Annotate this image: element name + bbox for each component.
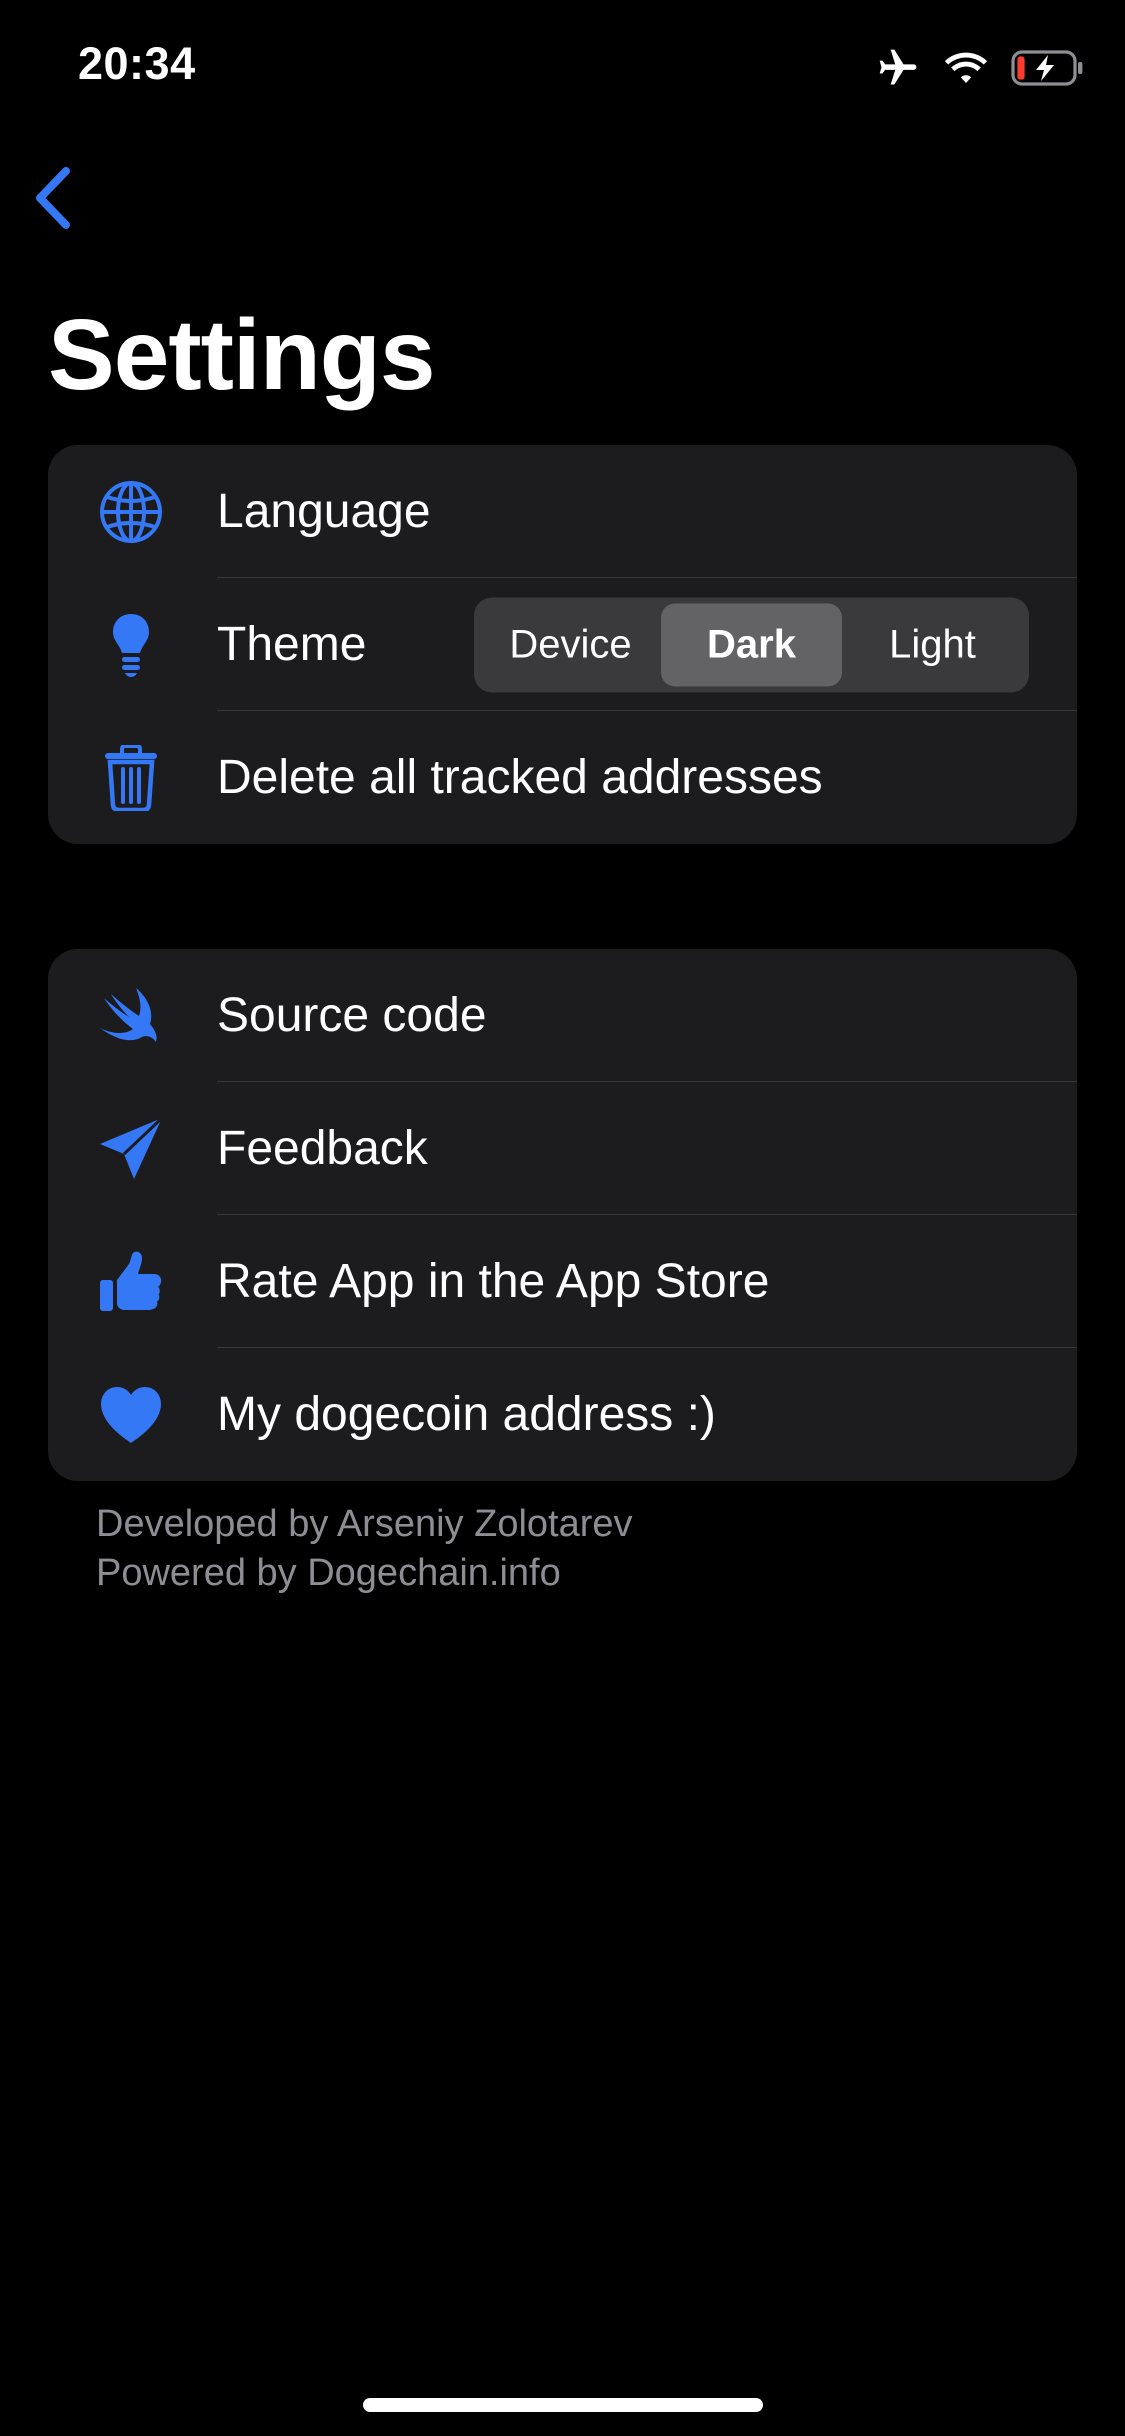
feedback-row[interactable]: Feedback	[48, 1082, 1077, 1215]
home-indicator[interactable]	[363, 2398, 763, 2412]
paperplane-icon	[98, 1116, 164, 1182]
status-icons	[875, 46, 1085, 95]
page-title: Settings	[48, 299, 435, 411]
battery-charging-icon	[1011, 50, 1085, 91]
back-button[interactable]	[22, 165, 82, 235]
lightbulb-icon	[98, 612, 164, 678]
theme-segmented-control[interactable]: Device Dark Light	[474, 597, 1029, 692]
theme-option-light[interactable]: Light	[842, 603, 1023, 686]
language-row[interactable]: Language	[48, 445, 1077, 578]
airplane-icon	[875, 46, 921, 95]
settings-group-about: Source code Feedback Rate App in the App…	[48, 949, 1077, 1481]
rate-app-row[interactable]: Rate App in the App Store	[48, 1215, 1077, 1348]
theme-row: Theme Device Dark Light	[48, 578, 1077, 711]
heart-icon	[98, 1382, 164, 1448]
source-code-row[interactable]: Source code	[48, 949, 1077, 1082]
footer-credits: Developed by Arseniy Zolotarev Powered b…	[96, 1500, 633, 1598]
status-bar: 20:34	[0, 0, 1125, 140]
theme-label: Theme	[217, 618, 367, 671]
dogecoin-address-row[interactable]: My dogecoin address :)	[48, 1348, 1077, 1481]
footer-powered-by: Powered by Dogechain.info	[96, 1552, 561, 1594]
rate-app-label: Rate App in the App Store	[217, 1255, 770, 1308]
swift-icon	[98, 983, 164, 1049]
footer-developer: Developed by Arseniy Zolotarev	[96, 1503, 633, 1545]
chevron-left-icon	[32, 166, 72, 234]
source-code-label: Source code	[217, 989, 487, 1042]
trash-icon	[98, 744, 164, 811]
feedback-label: Feedback	[217, 1122, 428, 1175]
globe-icon	[98, 479, 164, 545]
settings-group-preferences: Language Theme Device Dark Light Delete …	[48, 445, 1077, 844]
language-label: Language	[217, 485, 431, 538]
wifi-icon	[943, 50, 989, 91]
thumbs-up-icon	[98, 1249, 164, 1315]
theme-option-device[interactable]: Device	[480, 603, 661, 686]
theme-option-dark[interactable]: Dark	[661, 603, 842, 686]
delete-addresses-label: Delete all tracked addresses	[217, 751, 823, 804]
dogecoin-address-label: My dogecoin address :)	[217, 1388, 716, 1441]
status-time: 20:34	[78, 38, 196, 89]
delete-addresses-row[interactable]: Delete all tracked addresses	[48, 711, 1077, 844]
